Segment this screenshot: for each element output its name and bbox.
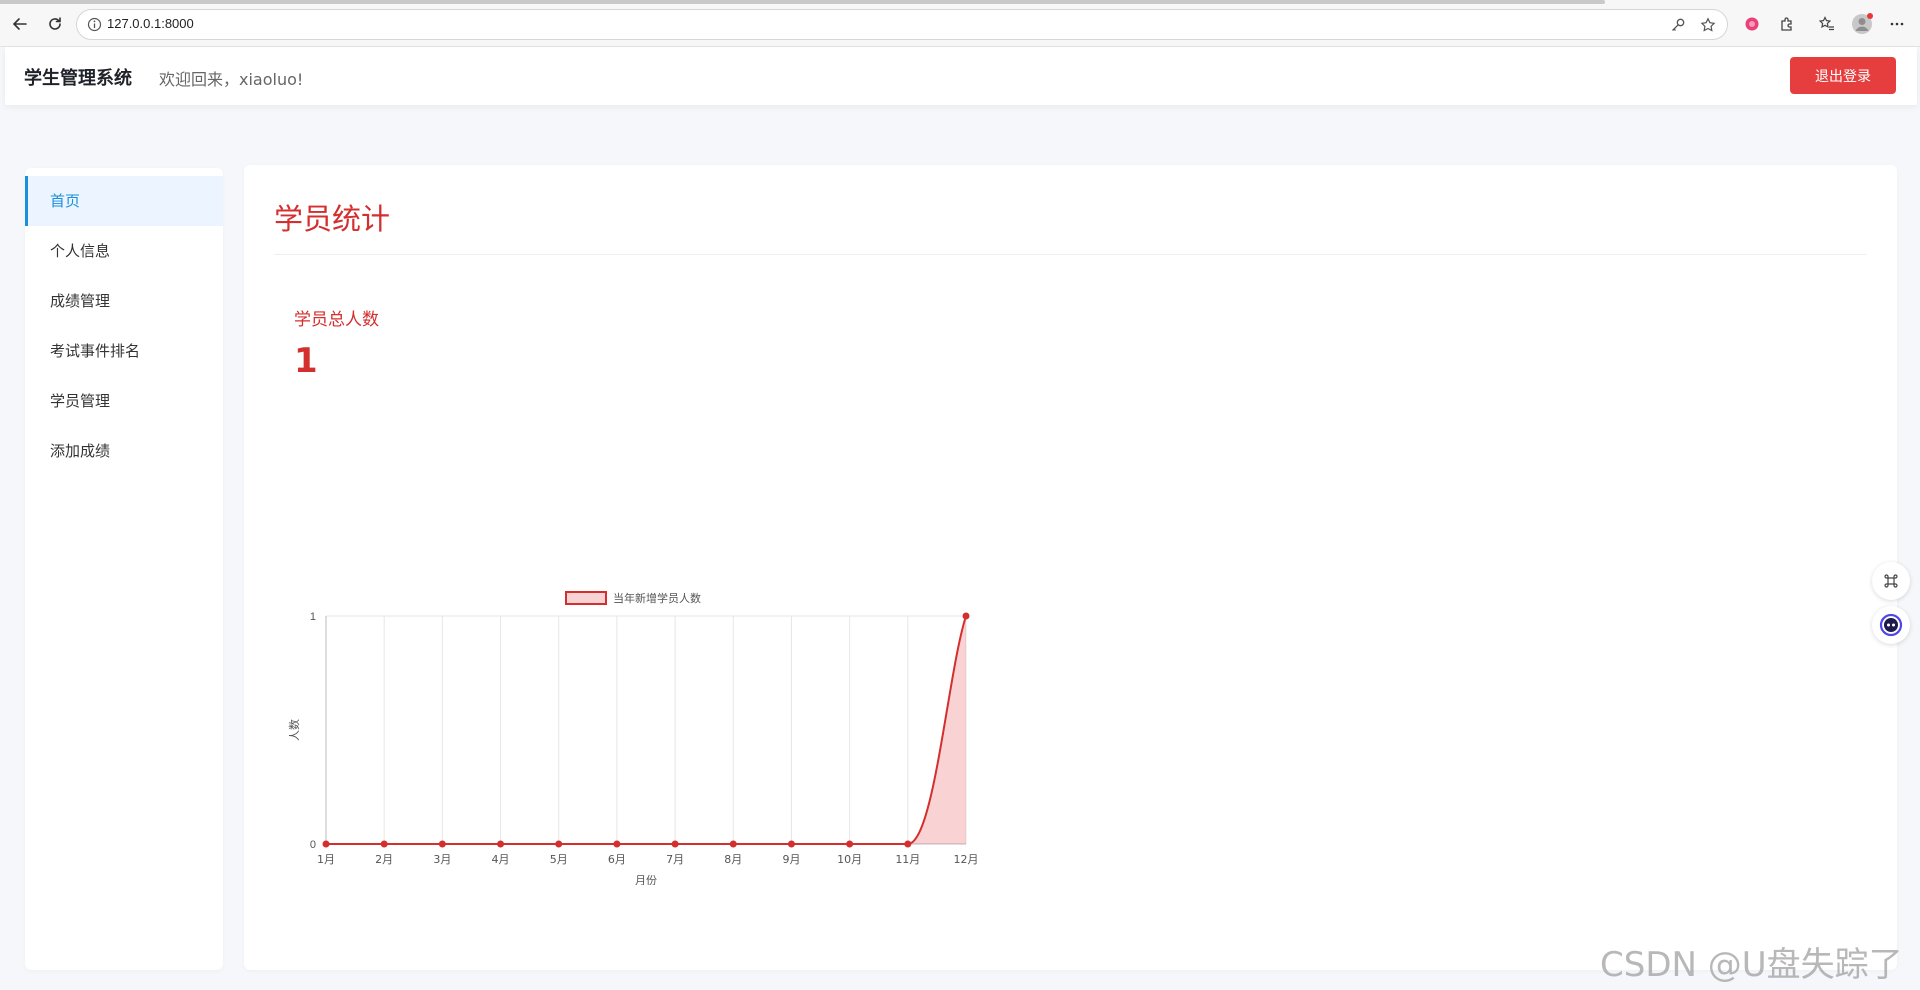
sidebar-item-exam-ranking[interactable]: 考试事件排名 — [25, 326, 223, 376]
legend-swatch — [565, 591, 607, 605]
sidebar-item-student-management[interactable]: 学员管理 — [25, 376, 223, 426]
x-tick-label: 9月 — [782, 853, 800, 866]
series-line — [326, 615, 967, 845]
url-text[interactable]: 127.0.0.1:8000 — [107, 16, 194, 31]
sidebar-item-grade-management[interactable]: 成绩管理 — [25, 276, 223, 326]
x-tick-label: 5月 — [550, 853, 568, 866]
x-tick-label: 6月 — [608, 853, 626, 866]
floating-assistant-button[interactable] — [1872, 606, 1910, 644]
tab-strip — [0, 0, 1605, 4]
x-tick-label: 4月 — [492, 853, 510, 866]
command-icon — [1884, 574, 1898, 588]
floating-shortcut-button[interactable] — [1872, 562, 1910, 600]
extension-red-icon[interactable] — [1740, 12, 1764, 36]
sidebar-menu: 首页 个人信息 成绩管理 考试事件排名 学员管理 添加成绩 — [25, 168, 223, 970]
sidebar-item-home[interactable]: 首页 — [25, 176, 223, 226]
app-title: 学生管理系统 — [24, 68, 132, 89]
welcome-text: 欢迎回来，xiaoluo! — [159, 70, 304, 89]
x-tick-label: 3月 — [433, 853, 451, 866]
legend-label: 当年新增学员人数 — [613, 591, 701, 605]
total-students-label: 学员总人数 — [294, 310, 379, 330]
data-point — [613, 840, 621, 848]
main-panel: 学员统计 学员总人数 1 0 1 1月 2月 3月 4月 5月 6月 7月 8月 9月 10月 11月 1… — [244, 165, 1897, 970]
key-icon[interactable] — [1669, 16, 1687, 34]
data-point — [904, 840, 912, 848]
bookmark-star-icon[interactable] — [1699, 16, 1717, 34]
back-button[interactable] — [8, 12, 32, 36]
sidebar-item-add-grade[interactable]: 添加成绩 — [25, 426, 223, 476]
x-tick-label: 8月 — [724, 853, 742, 866]
data-point — [787, 840, 795, 848]
back-arrow-icon — [12, 18, 27, 30]
data-point — [497, 840, 505, 848]
data-point — [962, 612, 970, 620]
student-chart: 0 1 1月 2月 3月 4月 5月 6月 7月 8月 9月 10月 11月 12月 月份 人数 当年新增学员人… — [284, 415, 1164, 887]
extensions-puzzle-icon[interactable] — [1775, 12, 1799, 36]
page-title: 学员统计 — [274, 202, 391, 236]
address-bar[interactable]: 127.0.0.1:8000 — [76, 9, 1728, 40]
x-axis-label: 月份 — [635, 874, 657, 885]
browser-toolbar: 127.0.0.1:8000 — [0, 0, 1920, 47]
data-point — [380, 840, 388, 848]
assistant-bot-icon — [1879, 613, 1903, 637]
favorites-icon[interactable] — [1815, 12, 1839, 36]
y-tick-label: 1 — [310, 611, 316, 623]
data-point — [555, 840, 563, 848]
total-students-value: 1 — [294, 341, 318, 381]
y-axis-label: 人数 — [288, 719, 301, 741]
reload-icon — [49, 17, 61, 30]
data-point — [671, 840, 679, 848]
data-point — [438, 840, 446, 848]
x-tick-label: 10月 — [837, 853, 862, 866]
x-tick-label: 12月 — [954, 853, 979, 866]
more-options-icon[interactable] — [1885, 12, 1909, 36]
y-tick-label: 0 — [310, 839, 316, 851]
x-tick-label: 2月 — [375, 853, 393, 866]
data-point — [846, 840, 854, 848]
logout-button[interactable]: 退出登录 — [1790, 57, 1896, 94]
series-area — [326, 616, 966, 844]
x-tick-label: 7月 — [666, 853, 684, 866]
x-tick-label: 11月 — [895, 853, 920, 866]
app-header: 学生管理系统 欢迎回来，xiaoluo! 退出登录 — [5, 47, 1917, 105]
site-info-icon[interactable] — [87, 17, 102, 36]
data-point — [322, 840, 330, 848]
watermark: CSDN @U盘失踪了 — [1600, 945, 1903, 985]
x-tick-label: 1月 — [317, 853, 335, 866]
line-chart-svg: 011月 2月 3月 4月 5月 6月 7月 8月 9月 10月 11月 12月月份人数当年新增学员人… — [288, 591, 979, 887]
data-point — [729, 840, 737, 848]
sidebar-item-personal-info[interactable]: 个人信息 — [25, 226, 223, 276]
title-divider — [274, 254, 1866, 255]
profile-avatar-icon[interactable] — [1850, 12, 1874, 36]
reload-button[interactable] — [43, 12, 67, 36]
